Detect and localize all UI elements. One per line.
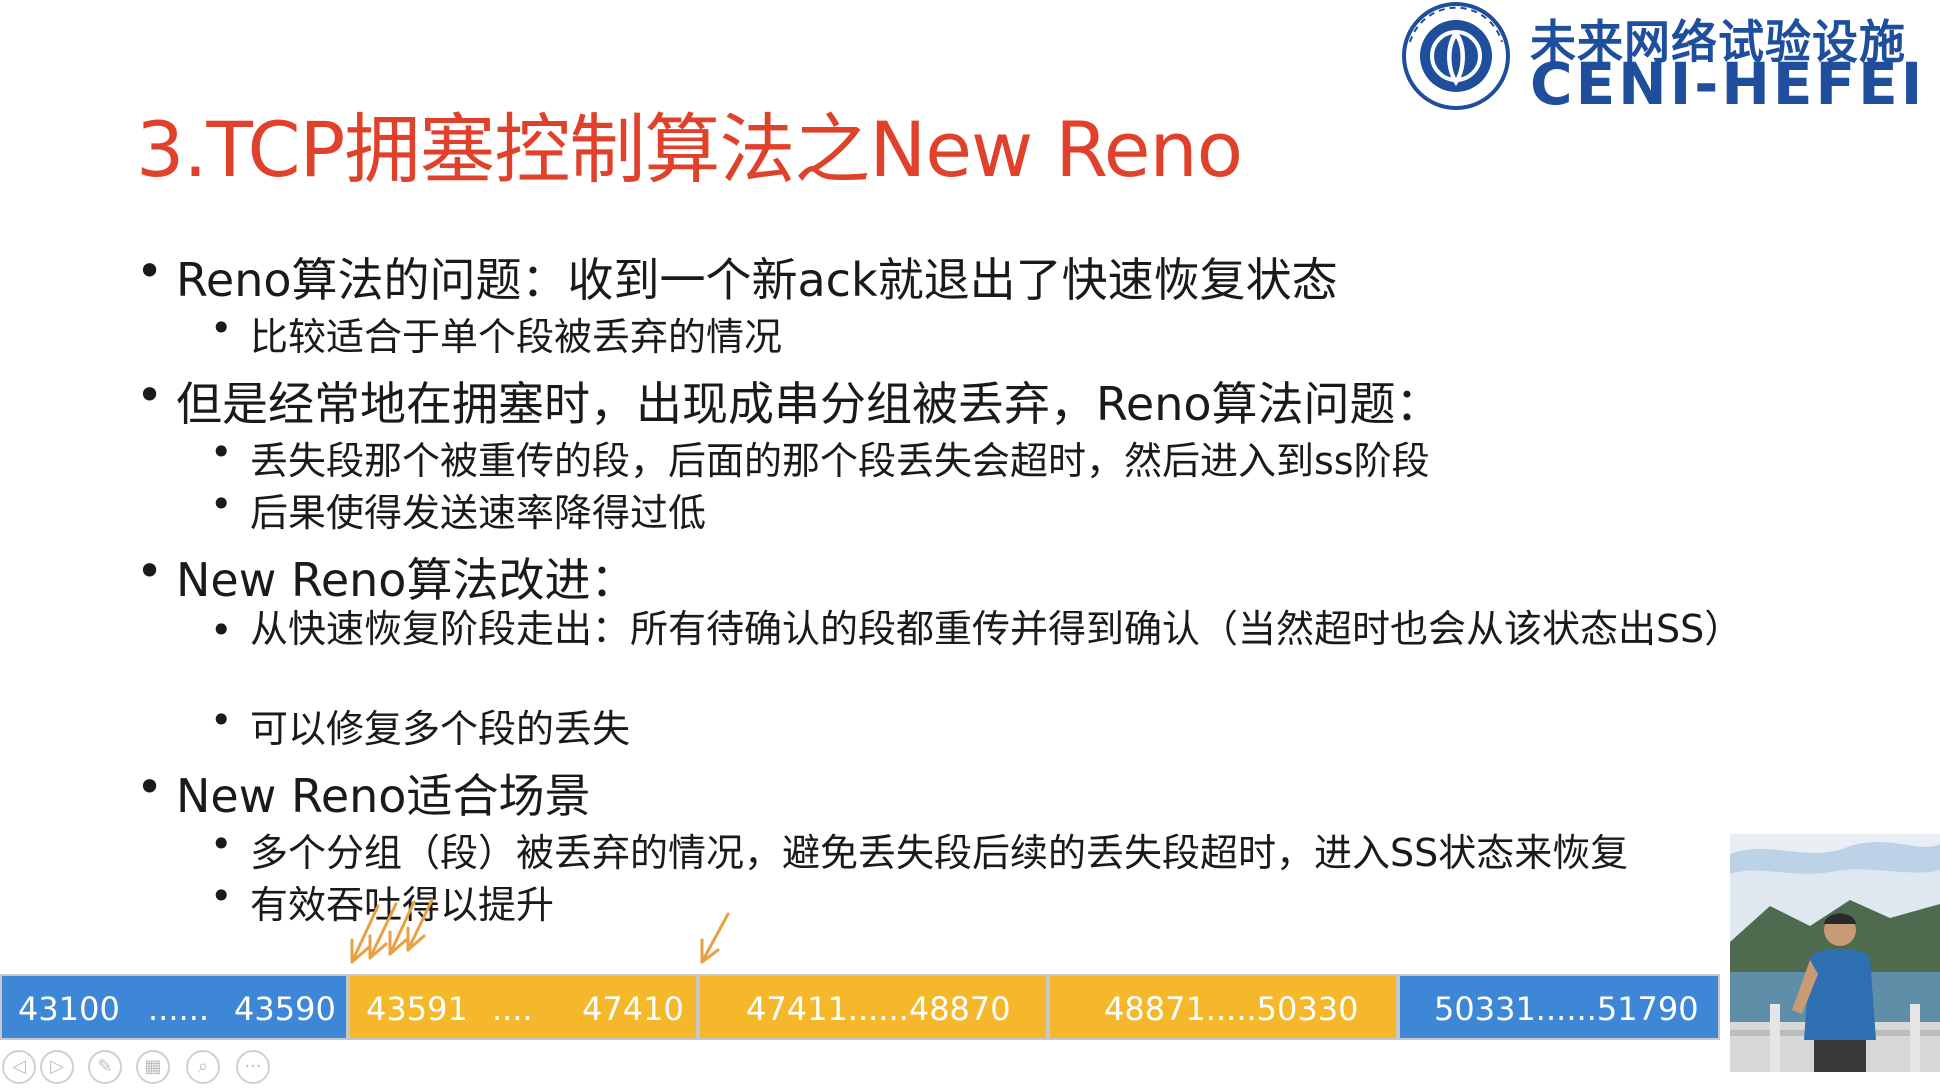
bullet-4-sub-2-text: 有效吞吐得以提升 <box>250 883 555 927</box>
seq-segment-4: 48871.....50330 <box>1048 974 1398 1040</box>
seq-end: 43590 <box>234 990 336 1028</box>
seq-range: 50331......51790 <box>1434 990 1699 1028</box>
bullet-3-sub-1-text: 从快速恢复阶段走出：所有待确认的段都重传并得到确认（当然超时也会从该状态出SS） <box>250 607 1743 651</box>
bullet-3-sub-2-text: 可以修复多个段的丢失 <box>250 707 631 751</box>
bullet-2-text: 但是经常地在拥塞时，出现成串分组被丢弃，Reno算法问题： <box>176 377 1442 431</box>
bullet-dot: • <box>210 306 233 350</box>
grid-icon[interactable]: ▦ <box>136 1050 170 1084</box>
bullet-dot: • <box>136 368 164 422</box>
bullet-1-text: Reno算法的问题：收到一个新ack就退出了快速恢复状态 <box>176 253 1338 307</box>
more-icon[interactable]: ··· <box>236 1050 270 1084</box>
prev-icon[interactable]: ◁ <box>2 1050 36 1084</box>
bullet-dot: • <box>210 482 233 526</box>
seq-end: 47410 <box>582 990 684 1028</box>
bullet-1-sub-1-text: 比较适合于单个段被丢弃的情况 <box>250 315 783 359</box>
seq-segment-2: 43591 .... 47410 <box>348 974 698 1040</box>
bullet-dot: • <box>210 822 233 866</box>
seq-range: 48871.....50330 <box>1104 990 1359 1028</box>
bullet-2-sub-2-text: 后果使得发送速率降得过低 <box>250 491 707 535</box>
play-icon[interactable]: ▷ <box>40 1050 74 1084</box>
bullet-3-text: New Reno算法改进： <box>176 553 637 607</box>
bullet-dot: • <box>136 244 164 298</box>
seq-ellipsis: ...... <box>148 990 210 1028</box>
presenter-video <box>1730 834 1940 1072</box>
seq-segment-1: 43100 ...... 43590 <box>0 974 348 1040</box>
bullet-dot: • <box>210 874 233 918</box>
seq-range: 47411......48870 <box>746 990 1011 1028</box>
arrow-mark <box>700 912 730 964</box>
bullet-dot: • <box>210 698 233 742</box>
seq-start: 43100 <box>18 990 120 1028</box>
bullet-4-text: New Reno适合场景 <box>176 769 591 823</box>
zoom-icon[interactable]: ⌕ <box>186 1050 220 1084</box>
bullet-dot: • <box>136 544 164 598</box>
slide-title: 3.TCP拥塞控制算法之New Reno <box>136 105 1243 194</box>
bullet-dot: • <box>210 608 233 652</box>
bullet-4-sub-1-text: 多个分组（段）被丢弃的情况，避免丢失段后续的丢失段超时，进入SS状态来恢复 <box>250 831 1629 875</box>
seq-start: 43591 <box>366 990 468 1028</box>
seq-segment-3: 47411......48870 <box>698 974 1048 1040</box>
bullet-dot: • <box>210 430 233 474</box>
seq-segment-5: 50331......51790 <box>1398 974 1720 1040</box>
bullet-2-sub-1-text: 丢失段那个被重传的段，后面的那个段丢失会超时，然后进入到ss阶段 <box>250 439 1430 483</box>
bullet-dot: • <box>136 760 164 814</box>
pen-icon[interactable]: ✎ <box>88 1050 122 1084</box>
ceni-emblem-icon <box>1402 2 1510 110</box>
seq-ellipsis: .... <box>492 990 533 1028</box>
logo-english-name: CENI-HEFEI <box>1530 50 1926 118</box>
sequence-bar: 43100 ...... 43590 43591 .... 47410 4741… <box>0 974 1720 1040</box>
